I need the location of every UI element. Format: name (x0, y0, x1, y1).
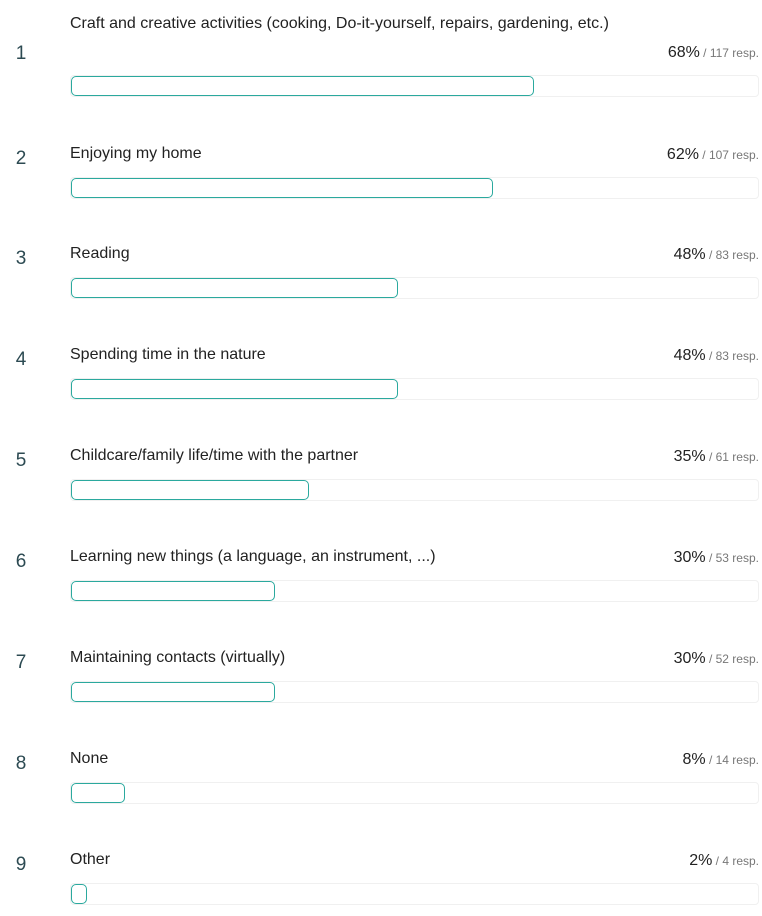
percent-value: 30% (673, 549, 706, 566)
percent-value: 8% (682, 751, 706, 768)
bar-row: 6 Learning new things (a language, an ins… (0, 543, 762, 613)
response-count: / 14 resp. (705, 753, 759, 767)
percent-value: 2% (689, 852, 713, 869)
bar-row: 5 Childcare/family life/time with the par… (0, 442, 762, 512)
bar-label: Learning new things (a language, an inst… (70, 548, 436, 565)
percent-value: 30% (673, 650, 706, 667)
rank-number: 4 (15, 349, 27, 370)
bar-label: Enjoying my home (70, 145, 202, 162)
bar-track (70, 378, 759, 400)
response-count: / 52 resp. (705, 652, 759, 666)
rank-number: 5 (15, 450, 27, 471)
bar-row: 4 Spending time in the nature 48% / 83 res… (0, 341, 762, 411)
bar-row: 7 Maintaining contacts (virtually) 30% / 5… (0, 644, 762, 714)
rank-number: 2 (15, 148, 27, 169)
bar-fill (71, 581, 275, 601)
percent-value: 62% (666, 146, 699, 163)
bar-fill (71, 783, 125, 803)
bar-label: Childcare/family life/time with the part… (70, 447, 359, 464)
percent-value: 48% (673, 246, 706, 263)
bar-row: 2 Enjoying my home 62% / 107 resp. (0, 140, 762, 210)
response-count: / 83 resp. (705, 248, 759, 262)
percent-value: 68% (667, 44, 700, 61)
response-count: / 4 resp. (712, 854, 759, 868)
percentage-readout: 48% / 83 resp. (674, 347, 759, 365)
bar-track (70, 883, 759, 905)
rank-number: 6 (15, 551, 27, 572)
bar-track (70, 580, 759, 602)
bar-row: 3 Reading 48% / 83 resp. (0, 240, 762, 310)
horizontal-bar-chart: 1 Craft and creative activities (cooking,… (0, 0, 762, 905)
percentage-readout: 2% / 4 resp. (689, 852, 759, 870)
bar-row: 8 None 8% / 14 resp. (0, 745, 762, 815)
rank-number: 3 (15, 248, 27, 269)
bar-fill (71, 76, 534, 96)
bar-track (70, 681, 759, 703)
bar-fill (71, 682, 275, 702)
percentage-readout: 48% / 83 resp. (674, 246, 759, 264)
bar-track (70, 75, 759, 97)
bar-track (70, 479, 759, 501)
rank-number: 1 (15, 43, 27, 64)
percent-value: 35% (673, 448, 706, 465)
percent-value: 48% (673, 347, 706, 364)
bar-label: Spending time in the nature (70, 346, 266, 363)
response-count: / 107 resp. (698, 148, 759, 162)
bar-fill (71, 884, 87, 904)
bar-label: Maintaining contacts (virtually) (70, 649, 286, 666)
response-count: / 83 resp. (705, 349, 759, 363)
bar-track (70, 782, 759, 804)
bar-row: 1 Craft and creative activities (cooking,… (0, 10, 762, 105)
percentage-readout: 8% / 14 resp. (683, 751, 760, 769)
bar-fill (71, 379, 398, 399)
bar-label: Other (70, 851, 111, 868)
bar-label: Reading (70, 245, 130, 262)
bar-label: Craft and creative activities (cooking, … (70, 15, 609, 32)
rank-number: 7 (15, 652, 27, 673)
percentage-readout: 30% / 53 resp. (674, 549, 759, 567)
bar-fill (71, 480, 309, 500)
bar-row: 9 Other 2% / 4 resp. (0, 846, 762, 916)
percentage-readout: 62% / 107 resp. (667, 146, 759, 164)
percentage-readout: 30% / 52 resp. (674, 650, 759, 668)
response-count: / 53 resp. (705, 551, 759, 565)
bar-track (70, 177, 759, 199)
rank-number: 8 (15, 753, 27, 774)
response-count: / 61 resp. (705, 450, 759, 464)
bar-track (70, 277, 759, 299)
rank-number: 9 (15, 854, 27, 875)
percentage-readout: 68% / 117 resp. (668, 44, 759, 62)
response-count: / 117 resp. (699, 46, 759, 60)
percentage-readout: 35% / 61 resp. (674, 448, 759, 466)
bar-fill (71, 278, 398, 298)
bar-fill (71, 178, 493, 198)
bar-label: None (70, 750, 109, 767)
